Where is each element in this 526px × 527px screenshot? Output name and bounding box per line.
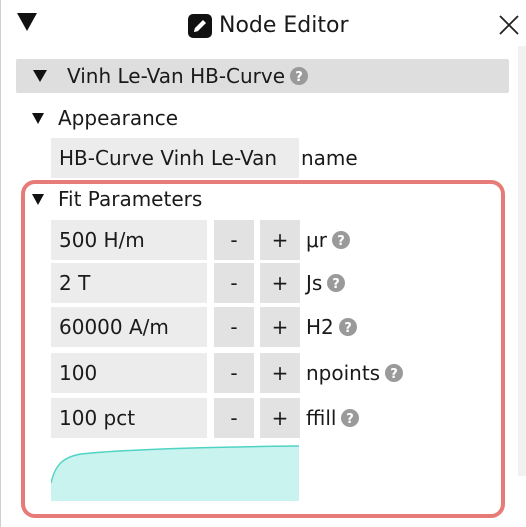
- ffill-label-group: ffill ?: [306, 406, 360, 430]
- h2-decrement-button[interactable]: -: [214, 307, 254, 347]
- node-editor-window: Node Editor Vinh Le-Van HB-Curve ? Appea…: [0, 0, 526, 527]
- js-label-group: Js ?: [306, 271, 346, 295]
- appearance-collapse-icon[interactable]: [32, 112, 44, 124]
- h2-input[interactable]: 60000 A/m: [51, 307, 207, 347]
- name-input[interactable]: HB-Curve Vinh Le-Van: [51, 138, 299, 178]
- node-collapse-icon[interactable]: [33, 70, 47, 82]
- help-icon[interactable]: ?: [338, 317, 358, 337]
- param-row-h2: 60000 A/m - + H2 ?: [51, 307, 358, 347]
- h2-increment-button[interactable]: +: [260, 307, 300, 347]
- param-row-npoints: 100 - + npoints ?: [51, 353, 404, 393]
- close-icon[interactable]: [497, 12, 521, 38]
- js-label: Js: [306, 271, 323, 295]
- npoints-label: npoints: [306, 361, 381, 385]
- mur-label: μr: [306, 228, 327, 252]
- h2-label: H2: [306, 315, 334, 339]
- help-icon[interactable]: ?: [340, 408, 360, 428]
- hb-curve-preview-plot: [51, 445, 299, 501]
- help-icon[interactable]: ?: [331, 230, 351, 250]
- fit-parameters-section-label: Fit Parameters: [58, 187, 203, 211]
- mur-input[interactable]: 500 H/m: [51, 220, 207, 260]
- hb-curve-fill: [51, 446, 299, 501]
- collapse-triangle-icon[interactable]: [17, 13, 37, 31]
- mur-label-group: μr ?: [306, 228, 351, 252]
- npoints-label-group: npoints ?: [306, 361, 404, 385]
- ffill-label: ffill: [306, 406, 337, 430]
- ffill-input[interactable]: 100 pct: [51, 398, 207, 438]
- help-icon[interactable]: ?: [289, 66, 309, 86]
- pencil-icon: [188, 14, 212, 38]
- mur-decrement-button[interactable]: -: [214, 220, 254, 260]
- appearance-section-label: Appearance: [58, 106, 179, 130]
- npoints-input[interactable]: 100: [51, 353, 207, 393]
- svg-text:?: ?: [344, 321, 352, 336]
- name-row: HB-Curve Vinh Le-Van name: [51, 138, 358, 178]
- node-header[interactable]: Vinh Le-Van HB-Curve ?: [16, 59, 509, 93]
- vertical-scrollbar[interactable]: [518, 46, 526, 476]
- ffill-decrement-button[interactable]: -: [214, 398, 254, 438]
- js-input[interactable]: 2 T: [51, 263, 207, 303]
- title-bar: Node Editor: [1, 0, 526, 52]
- mur-increment-button[interactable]: +: [260, 220, 300, 260]
- window-title: Node Editor: [219, 13, 349, 38]
- param-row-js: 2 T - + Js ?: [51, 263, 346, 303]
- svg-text:?: ?: [337, 234, 345, 249]
- param-row-ffill: 100 pct - + ffill ?: [51, 398, 360, 438]
- js-decrement-button[interactable]: -: [214, 263, 254, 303]
- fit-parameters-collapse-icon[interactable]: [32, 193, 44, 205]
- svg-text:?: ?: [347, 412, 355, 427]
- h2-label-group: H2 ?: [306, 315, 358, 339]
- name-label: name: [301, 146, 358, 170]
- ffill-increment-button[interactable]: +: [260, 398, 300, 438]
- help-icon[interactable]: ?: [384, 363, 404, 383]
- appearance-section-header[interactable]: Appearance: [32, 104, 178, 132]
- window-title-group: Node Editor: [187, 12, 349, 40]
- npoints-decrement-button[interactable]: -: [214, 353, 254, 393]
- help-icon[interactable]: ?: [326, 273, 346, 293]
- svg-text:?: ?: [295, 70, 303, 85]
- npoints-increment-button[interactable]: +: [260, 353, 300, 393]
- node-title: Vinh Le-Van HB-Curve: [67, 64, 286, 88]
- svg-text:?: ?: [390, 367, 398, 382]
- fit-parameters-section-header[interactable]: Fit Parameters: [32, 185, 202, 213]
- svg-text:?: ?: [333, 277, 341, 292]
- param-row-mur: 500 H/m - + μr ?: [51, 220, 351, 260]
- js-increment-button[interactable]: +: [260, 263, 300, 303]
